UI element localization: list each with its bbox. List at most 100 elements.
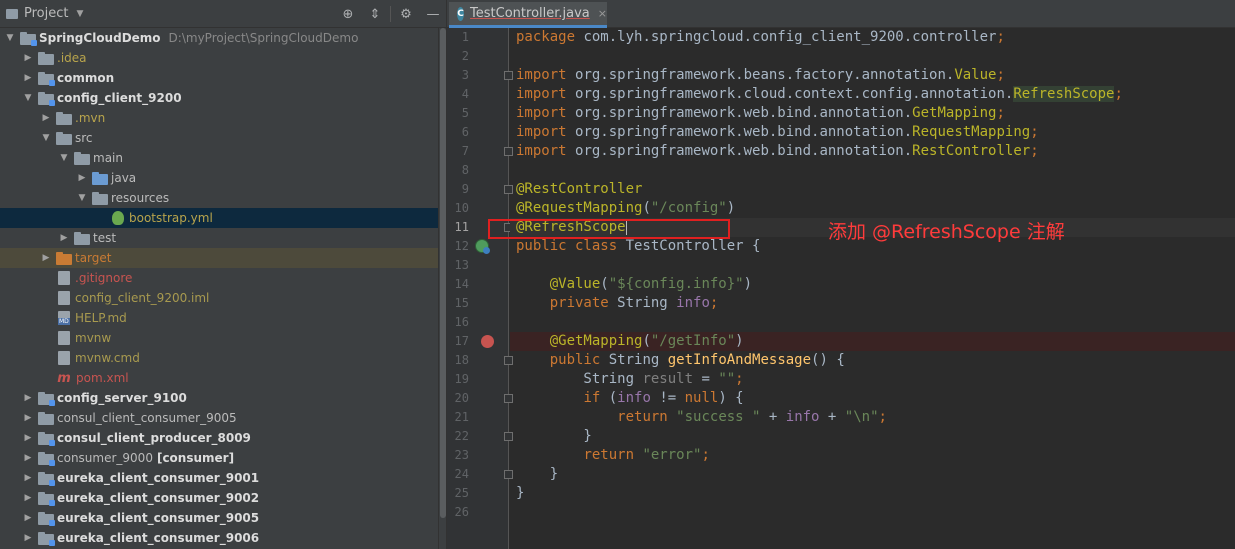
editor-gutter[interactable]: 1 2 3 4 5 6 7 8 9 10 11 12 13 14 15 16 17 18 19 20 21 22 23 24 2… bbox=[447, 28, 513, 549]
chevron-down-icon[interactable]: ▼ bbox=[22, 92, 34, 104]
chevron-right-icon[interactable]: ▶ bbox=[40, 112, 52, 124]
code-token: import bbox=[516, 86, 576, 102]
chevron-down-icon[interactable]: ▼ bbox=[40, 132, 52, 144]
gear-icon[interactable]: ⚙ bbox=[397, 5, 415, 23]
tree-item[interactable]: ▶ target bbox=[0, 248, 438, 268]
chevron-down-icon[interactable]: ▼ bbox=[4, 32, 16, 44]
chevron-right-icon[interactable]: ▶ bbox=[40, 252, 52, 264]
code-line[interactable]: return "success " + info + "\n"; bbox=[510, 408, 1235, 427]
code-token: @GetMapping bbox=[549, 333, 643, 349]
target-icon[interactable]: ⊕ bbox=[339, 5, 357, 23]
tree-item[interactable]: .gitignore bbox=[0, 268, 438, 288]
code-token: String bbox=[608, 352, 668, 368]
code-line[interactable]: } bbox=[510, 427, 1235, 446]
tree-item[interactable]: ▼ SpringCloudDemo D:\myProject\SpringCloud… bbox=[0, 28, 438, 48]
project-scrollbar[interactable] bbox=[438, 28, 446, 549]
chevron-right-icon[interactable]: ▶ bbox=[76, 172, 88, 184]
tree-item[interactable]: m pom.xml bbox=[0, 368, 438, 388]
code-line[interactable] bbox=[510, 503, 1235, 522]
tree-item[interactable]: ▶ .mvn bbox=[0, 108, 438, 128]
tree-item[interactable]: ▶ eureka_client_consumer_9005 bbox=[0, 508, 438, 528]
code-token: private bbox=[549, 295, 618, 311]
code-line[interactable]: import org.springframework.web.bind.anno… bbox=[510, 142, 1235, 161]
code-line[interactable]: private String info; bbox=[510, 294, 1235, 313]
tree-item-label: eureka_client_consumer_9001 bbox=[57, 471, 260, 485]
tree-item[interactable]: ▶ eureka_client_consumer_9006 bbox=[0, 528, 438, 548]
code-line[interactable]: @GetMapping("/getInfo") bbox=[510, 332, 1235, 351]
tree-item[interactable]: ▶ common bbox=[0, 68, 438, 88]
tree-item[interactable]: mvnw.cmd bbox=[0, 348, 438, 368]
chevron-down-icon[interactable]: ▼ bbox=[76, 192, 88, 204]
module-folder-icon bbox=[38, 91, 55, 106]
project-view-selector[interactable]: Project ▼ bbox=[6, 6, 83, 21]
tree-item[interactable]: ▶ eureka_client_consumer_9001 bbox=[0, 468, 438, 488]
collapse-icon[interactable]: ⇕ bbox=[366, 5, 384, 23]
code-line[interactable]: import org.springframework.web.bind.anno… bbox=[510, 104, 1235, 123]
code-editor[interactable]: package com.lyh.springcloud.config_clien… bbox=[510, 28, 1235, 549]
code-line[interactable]: import org.springframework.web.bind.anno… bbox=[510, 123, 1235, 142]
chevron-right-icon[interactable]: ▶ bbox=[22, 452, 34, 464]
code-line[interactable] bbox=[510, 161, 1235, 180]
code-line[interactable]: } bbox=[510, 465, 1235, 484]
code-line[interactable]: @RestController bbox=[510, 180, 1235, 199]
tree-item-label: .idea bbox=[57, 51, 87, 65]
tree-item[interactable]: ▶ java bbox=[0, 168, 438, 188]
tree-item[interactable]: ▶ test bbox=[0, 228, 438, 248]
code-line[interactable]: @RequestMapping("/config") bbox=[510, 199, 1235, 218]
tree-item-label: consul_client_consumer_9005 bbox=[57, 411, 237, 425]
code-line[interactable] bbox=[510, 256, 1235, 275]
tree-item[interactable]: ▶ consul_client_consumer_9005 bbox=[0, 408, 438, 428]
chevron-right-icon[interactable]: ▶ bbox=[22, 472, 34, 484]
excluded-folder-icon bbox=[56, 251, 72, 265]
chevron-right-icon[interactable]: ▶ bbox=[22, 512, 34, 524]
tree-item[interactable]: ▼ config_client_9200 bbox=[0, 88, 438, 108]
code-line[interactable] bbox=[510, 47, 1235, 66]
tree-item[interactable]: mvnw bbox=[0, 328, 438, 348]
tree-item[interactable]: bootstrap.yml bbox=[0, 208, 438, 228]
tree-item[interactable]: ▼ resources bbox=[0, 188, 438, 208]
iml-file-icon bbox=[58, 291, 70, 305]
chevron-right-icon[interactable]: ▶ bbox=[22, 532, 34, 544]
code-line[interactable]: String result = ""; bbox=[510, 370, 1235, 389]
tree-item[interactable]: ▶ eureka_client_consumer_9002 bbox=[0, 488, 438, 508]
code-line[interactable]: return "error"; bbox=[510, 446, 1235, 465]
chevron-right-icon[interactable]: ▶ bbox=[22, 52, 34, 64]
code-line[interactable]: public String getInfoAndMessage() { bbox=[510, 351, 1235, 370]
chevron-right-icon[interactable]: ▶ bbox=[22, 72, 34, 84]
line-number: 6 bbox=[461, 125, 469, 139]
code-line[interactable]: import org.springframework.beans.factory… bbox=[510, 66, 1235, 85]
code-line[interactable]: @Value("${config.info}") bbox=[510, 275, 1235, 294]
chevron-right-icon[interactable]: ▶ bbox=[22, 412, 34, 424]
yml-file-icon bbox=[112, 211, 124, 225]
tree-item[interactable]: ▶ .idea bbox=[0, 48, 438, 68]
hide-icon[interactable]: — bbox=[424, 5, 442, 23]
tree-item[interactable]: ▼ main bbox=[0, 148, 438, 168]
close-icon[interactable]: × bbox=[598, 7, 607, 20]
line-number: 14 bbox=[454, 277, 469, 291]
spring-bean-icon[interactable] bbox=[475, 239, 490, 254]
line-number: 8 bbox=[461, 163, 469, 177]
chevron-down-icon[interactable]: ▼ bbox=[58, 152, 70, 164]
tree-item[interactable]: config_client_9200.iml bbox=[0, 288, 438, 308]
code-line[interactable] bbox=[510, 313, 1235, 332]
tree-item[interactable]: HELP.md bbox=[0, 308, 438, 328]
tab-testcontroller[interactable]: C TestController.java × bbox=[449, 2, 607, 28]
folder-icon bbox=[74, 231, 90, 245]
breakpoint-icon[interactable] bbox=[481, 335, 494, 348]
code-line[interactable]: if (info != null) { bbox=[510, 389, 1235, 408]
chevron-right-icon[interactable]: ▶ bbox=[22, 492, 34, 504]
code-line[interactable]: package com.lyh.springcloud.config_clien… bbox=[510, 28, 1235, 47]
tree-item[interactable]: ▶ consul_client_producer_8009 bbox=[0, 428, 438, 448]
code-token: ; bbox=[996, 29, 1005, 45]
chevron-right-icon[interactable]: ▶ bbox=[22, 432, 34, 444]
tree-item[interactable]: ▶ config_server_9100 bbox=[0, 388, 438, 408]
tree-item[interactable]: ▼ src bbox=[0, 128, 438, 148]
chevron-right-icon[interactable]: ▶ bbox=[58, 232, 70, 244]
code-token: GetMapping bbox=[912, 105, 997, 121]
tree-item[interactable]: ▶ consumer_9000 [consumer] bbox=[0, 448, 438, 468]
tree-item-label: eureka_client_consumer_9005 bbox=[57, 511, 260, 525]
code-line[interactable]: import org.springframework.cloud.context… bbox=[510, 85, 1235, 104]
code-line[interactable]: } bbox=[510, 484, 1235, 503]
chevron-right-icon[interactable]: ▶ bbox=[22, 392, 34, 404]
